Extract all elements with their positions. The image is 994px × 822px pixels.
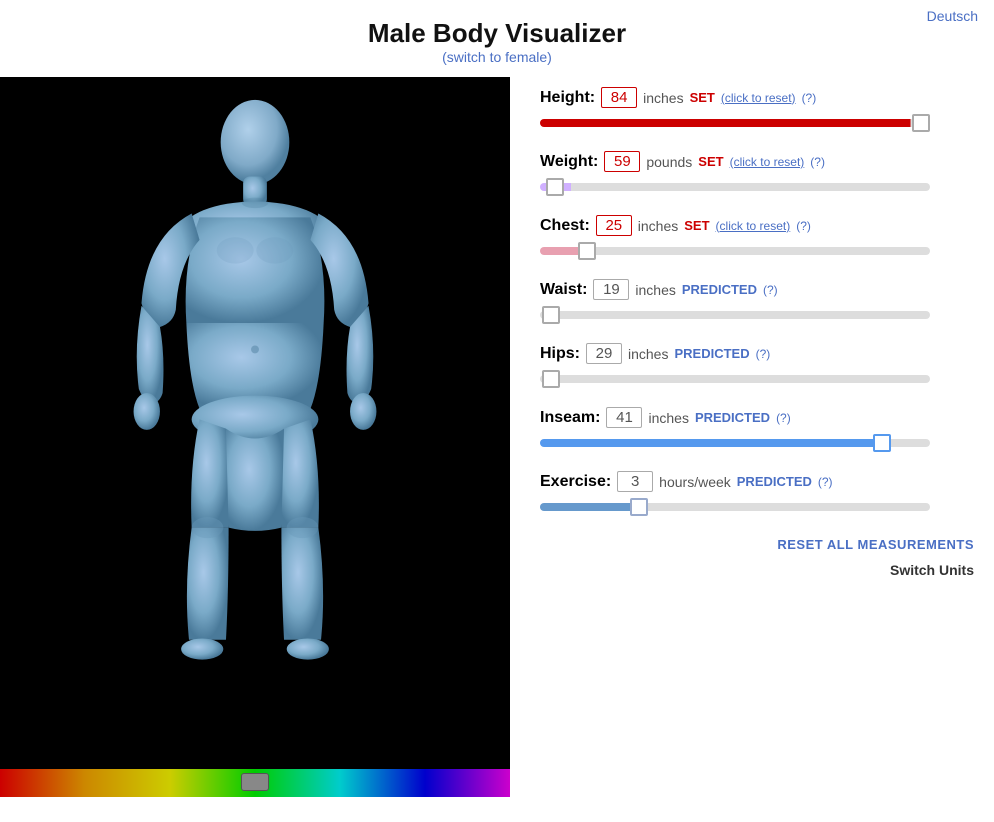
height-unit: inches [643,90,683,106]
color-gradient-bar[interactable] [0,769,510,797]
weight-reset-link[interactable]: (click to reset) [730,155,805,169]
chest-slider-thumb[interactable] [578,242,596,260]
height-status: SET [690,90,715,105]
inseam-slider-thumb[interactable] [873,434,891,452]
hips-slider-thumb[interactable] [542,370,560,388]
body-figure [0,77,510,767]
page-header: Male Body Visualizer (switch to female) [0,0,994,67]
waist-slider-track[interactable] [540,311,930,319]
waist-slider-container [540,305,930,325]
inseam-help-link[interactable]: (?) [776,411,791,425]
exercise-row: Exercise: 3 hours/week PREDICTED (?) [540,471,974,517]
inseam-unit: inches [648,410,688,426]
waist-value[interactable]: 19 [593,279,629,300]
exercise-slider-track[interactable] [540,503,930,511]
waist-status: PREDICTED [682,282,757,297]
height-label: Height: [540,89,595,107]
hips-slider-track[interactable] [540,375,930,383]
color-slider-thumb[interactable] [241,773,269,791]
page-title: Male Body Visualizer [0,18,994,49]
height-slider-thumb[interactable] [912,114,930,132]
chest-reset-link[interactable]: (click to reset) [716,219,791,233]
height-slider-track[interactable] [540,119,930,127]
hips-label: Hips: [540,345,580,363]
body-viewer [0,77,510,797]
weight-slider-container [540,177,930,197]
main-layout: Height: 84 inches SET (click to reset) (… [0,77,994,797]
weight-value[interactable]: 59 [604,151,640,172]
inseam-status: PREDICTED [695,410,770,425]
exercise-slider-thumb[interactable] [630,498,648,516]
height-slider-container [540,113,930,133]
height-value[interactable]: 84 [601,87,637,108]
waist-help-link[interactable]: (?) [763,283,778,297]
chest-slider-container [540,241,930,261]
switch-gender-link[interactable]: (switch to female) [442,49,552,65]
chest-row: Chest: 25 inches SET (click to reset) (?… [540,215,974,261]
chest-slider-track[interactable] [540,247,930,255]
exercise-value[interactable]: 3 [617,471,653,492]
weight-slider-thumb[interactable] [546,178,564,196]
exercise-unit: hours/week [659,474,731,490]
hips-unit: inches [628,346,668,362]
hips-slider-container [540,369,930,389]
chest-unit: inches [638,218,678,234]
weight-status: SET [698,154,723,169]
inseam-row: Inseam: 41 inches PREDICTED (?) [540,407,974,453]
height-row: Height: 84 inches SET (click to reset) (… [540,87,974,133]
exercise-status: PREDICTED [737,474,812,489]
reset-all-button[interactable]: RESET ALL MEASUREMENTS [540,537,974,552]
bottom-buttons: RESET ALL MEASUREMENTS Switch Units [540,537,974,578]
hips-help-link[interactable]: (?) [756,347,771,361]
chest-label: Chest: [540,217,590,235]
waist-row: Waist: 19 inches PREDICTED (?) [540,279,974,325]
exercise-label: Exercise: [540,473,611,491]
waist-label: Waist: [540,281,587,299]
hips-row: Hips: 29 inches PREDICTED (?) [540,343,974,389]
weight-unit: pounds [646,154,692,170]
weight-help-link[interactable]: (?) [810,155,825,169]
inseam-value[interactable]: 41 [606,407,642,428]
chest-status: SET [684,218,709,233]
weight-label: Weight: [540,153,598,171]
inseam-slider-track[interactable] [540,439,930,447]
height-reset-link[interactable]: (click to reset) [721,91,796,105]
body-svg [105,92,405,752]
weight-slider-track[interactable] [540,183,930,191]
inseam-label: Inseam: [540,409,600,427]
height-help-link[interactable]: (?) [802,91,817,105]
hips-status: PREDICTED [674,346,749,361]
waist-unit: inches [635,282,675,298]
weight-row: Weight: 59 pounds SET (click to reset) (… [540,151,974,197]
language-link[interactable]: Deutsch [927,8,978,24]
inseam-slider-container [540,433,930,453]
chest-value[interactable]: 25 [596,215,632,236]
exercise-help-link[interactable]: (?) [818,475,833,489]
hips-value[interactable]: 29 [586,343,622,364]
controls-panel: Height: 84 inches SET (click to reset) (… [510,77,994,797]
waist-slider-thumb[interactable] [542,306,560,324]
exercise-slider-container [540,497,930,517]
switch-units-button[interactable]: Switch Units [540,562,974,578]
chest-help-link[interactable]: (?) [796,219,811,233]
